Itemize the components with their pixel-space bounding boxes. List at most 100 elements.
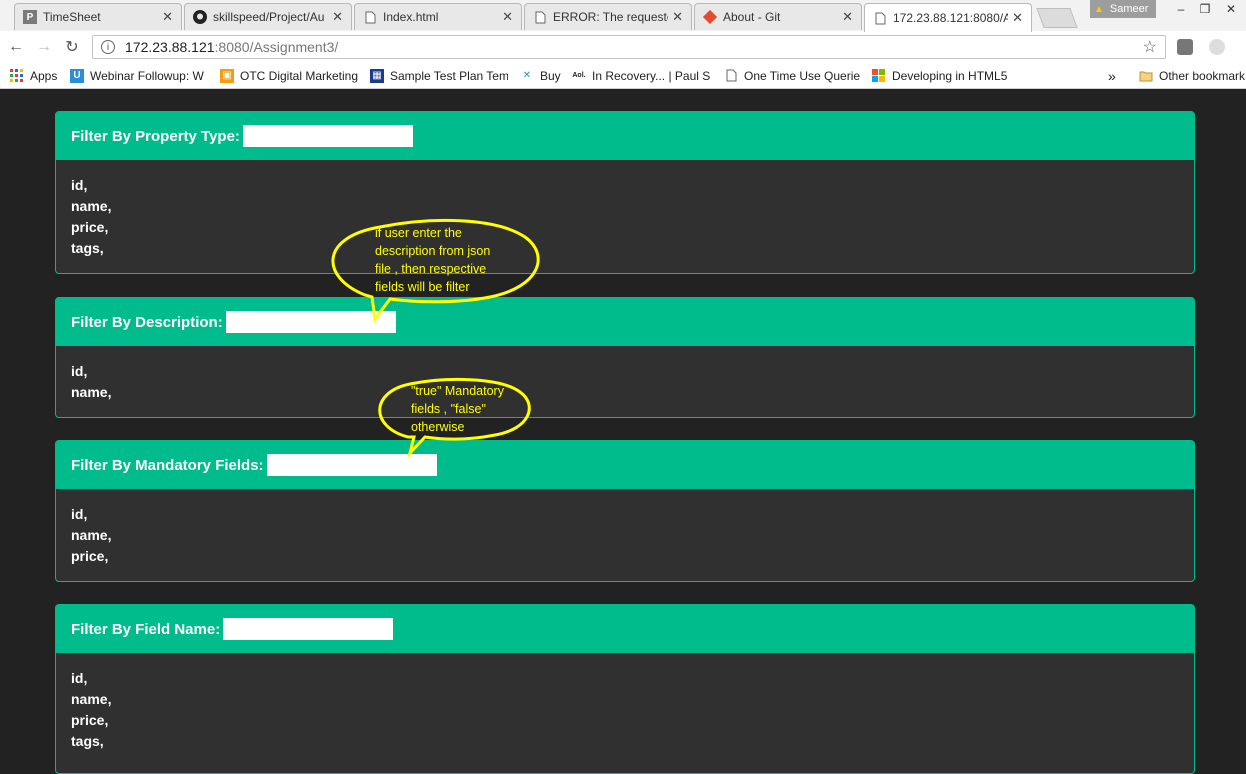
bookmark-label: Developing in HTML5: [892, 68, 1008, 83]
tab-title: 172.23.88.121:8080/A: [893, 11, 1009, 25]
page-content: Filter By Property Type: id, name, price…: [0, 89, 1246, 774]
reload-icon[interactable]: ↻: [62, 37, 82, 57]
bookmark-label: Buy: [540, 68, 561, 83]
field-item: id,: [71, 363, 88, 379]
tab-strip: P TimeSheet ✕ skillspeed/Project/Au ✕ In…: [0, 0, 1246, 32]
forward-icon[interactable]: →: [34, 37, 54, 57]
field-item: name,: [71, 691, 112, 707]
panel-heading: Filter By Description:: [56, 298, 1194, 346]
bookmark-label: Other bookmark: [1159, 68, 1246, 83]
field-item: tags,: [71, 733, 104, 749]
url-path: :8080/Assignment3/: [214, 39, 339, 55]
field-item: id,: [71, 506, 88, 522]
panel-mandatory-fields: Filter By Mandatory Fields: id, name, pr…: [55, 440, 1195, 582]
bookmark-label: Apps: [30, 68, 58, 83]
bookmark-label: OTC Digital Marketing: [240, 68, 358, 83]
other-bookmarks[interactable]: Other bookmark: [1139, 67, 1246, 84]
field-item: name,: [71, 198, 112, 214]
restore-icon[interactable]: ❐: [1192, 0, 1218, 18]
close-icon[interactable]: ✕: [162, 9, 173, 25]
filter-label: Filter By Mandatory Fields:: [71, 456, 264, 474]
field-name-filter-input[interactable]: [223, 618, 394, 640]
callout-line: fields will be filter: [375, 280, 470, 294]
panel-description: Filter By Description: id, name,: [55, 297, 1195, 418]
extension-icon[interactable]: [1177, 39, 1193, 55]
tab-title: ERROR: The requeste: [553, 10, 669, 24]
tab-timesheet[interactable]: P TimeSheet ✕: [14, 3, 182, 30]
panel-field-name: Filter By Field Name: id, name, price, t…: [55, 604, 1195, 774]
close-window-icon[interactable]: ✕: [1218, 0, 1244, 18]
profile-badge[interactable]: ▲ Sameer: [1090, 0, 1156, 18]
callout-description: if user enter the description from json …: [320, 217, 550, 327]
bookmark-label: One Time Use Querie: [744, 68, 860, 83]
star-icon[interactable]: ☆: [1143, 37, 1157, 57]
property-type-filter-input[interactable]: [242, 125, 413, 147]
warning-icon: ▲: [1094, 3, 1104, 15]
close-icon[interactable]: ✕: [1012, 10, 1023, 26]
callout-line: if user enter the: [375, 226, 462, 240]
panel-body: id, name,: [56, 346, 1194, 417]
bookmark-queries[interactable]: One Time Use Querie: [724, 67, 860, 84]
aol-icon: Aol.: [572, 72, 586, 79]
panel-body: id, name, price, tags,: [56, 653, 1194, 767]
field-item: price,: [71, 548, 109, 564]
bookmark-webinar[interactable]: U Webinar Followup: W: [70, 67, 208, 84]
tab-github[interactable]: skillspeed/Project/Au ✕: [184, 3, 352, 30]
callout-line: fields , "false": [411, 402, 486, 416]
panel-body: id, name, price, tags,: [56, 160, 1194, 273]
field-item: price,: [71, 219, 109, 235]
otc-icon: ▣: [220, 68, 234, 83]
field-item: price,: [71, 712, 109, 728]
panel-heading: Filter By Field Name:: [56, 605, 1194, 653]
tab-index-html[interactable]: Index.html ✕: [354, 3, 522, 30]
bookmark-aol[interactable]: Aol. In Recovery... | Paul S: [572, 67, 710, 84]
angular-extension-icon[interactable]: [1209, 39, 1225, 55]
tab-title: skillspeed/Project/Au: [213, 10, 325, 24]
field-item: id,: [71, 177, 88, 193]
tab-title: About - Git: [723, 10, 781, 24]
bookmark-buy[interactable]: ✕ Buy: [520, 67, 561, 84]
tab-title: TimeSheet: [43, 10, 101, 24]
close-icon[interactable]: ✕: [332, 9, 343, 25]
timesheet-icon: P: [23, 10, 37, 24]
filter-label: Filter By Property Type:: [71, 127, 240, 145]
close-icon[interactable]: ✕: [672, 9, 683, 25]
close-icon[interactable]: ✕: [842, 9, 853, 25]
mandatory-fields-filter-input[interactable]: [266, 454, 437, 476]
close-icon[interactable]: ✕: [502, 9, 513, 25]
profile-name: Sameer: [1109, 3, 1149, 15]
callout-line: "true" Mandatory: [411, 384, 504, 398]
callout-line: otherwise: [411, 420, 465, 434]
bookmark-test-plan[interactable]: ▦ Sample Test Plan Tem: [370, 67, 508, 84]
info-icon[interactable]: i: [101, 40, 115, 54]
panel-property-type: Filter By Property Type: id, name, price…: [55, 111, 1195, 274]
apps-grid-icon: [10, 68, 24, 83]
minimize-icon[interactable]: –: [1168, 0, 1194, 18]
new-tab-button[interactable]: [1036, 8, 1078, 28]
tab-error[interactable]: ERROR: The requeste ✕: [524, 3, 692, 30]
field-item: name,: [71, 527, 112, 543]
github-icon: [193, 10, 207, 24]
page-icon: [873, 11, 887, 25]
windows-icon: [872, 68, 886, 83]
address-bar[interactable]: i 172.23.88.121:8080/Assignment3/ ☆: [92, 35, 1166, 59]
webinar-icon: U: [70, 68, 84, 83]
bookmark-apps[interactable]: Apps: [10, 67, 57, 84]
bookmark-otc[interactable]: ▣ OTC Digital Marketing: [220, 67, 358, 84]
bookmark-html5[interactable]: Developing in HTML5: [872, 67, 1010, 84]
folder-icon: [1139, 69, 1153, 83]
back-icon[interactable]: ←: [6, 37, 26, 57]
bookmark-label: Webinar Followup: W: [90, 68, 204, 83]
page-icon: [363, 10, 377, 24]
browser-toolbar: ← → ↻ i 172.23.88.121:8080/Assignment3/ …: [0, 31, 1246, 63]
panel-heading: Filter By Mandatory Fields:: [56, 441, 1194, 489]
bookmarks-bar: Apps U Webinar Followup: W ▣ OTC Digital…: [0, 63, 1246, 89]
url-host: 172.23.88.121: [125, 39, 215, 55]
field-item: id,: [71, 670, 88, 686]
buy-icon: ✕: [522, 70, 532, 81]
git-icon: [703, 10, 717, 24]
tab-about-git[interactable]: About - Git ✕: [694, 3, 862, 30]
panel-body: id, name, price,: [56, 489, 1194, 581]
tab-assignment3[interactable]: 172.23.88.121:8080/A ✕: [864, 3, 1032, 32]
bookmarks-overflow-button[interactable]: »: [1108, 67, 1116, 84]
